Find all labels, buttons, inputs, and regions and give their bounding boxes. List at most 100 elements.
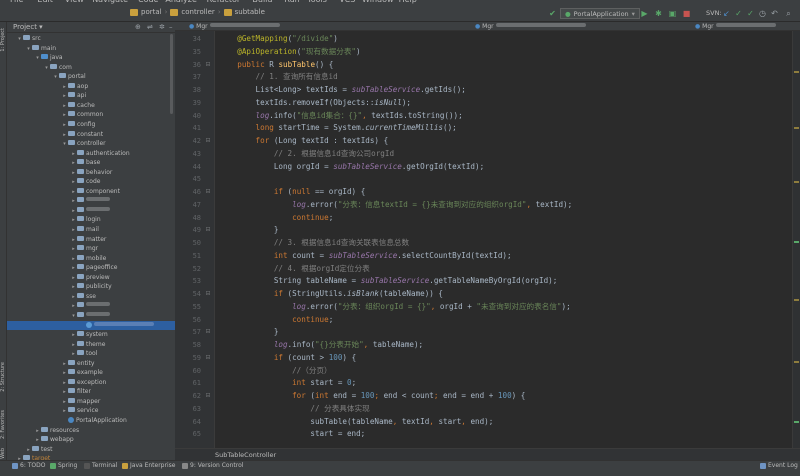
menu-item-code[interactable]: Code [138,0,158,4]
scrollbar-marker[interactable] [794,181,799,183]
coverage-icon[interactable]: ▣ [668,9,677,18]
svn-check-icon[interactable]: ✓ [746,9,755,18]
editor-tab[interactable]: ● Mgr [189,23,280,30]
tree-item[interactable]: ▸ mobile [7,254,175,264]
fold-marker-icon[interactable]: ⊟ [205,137,211,144]
tree-item[interactable]: ▸ config [7,120,175,130]
tree-item[interactable]: ▸ behavior [7,168,175,178]
java-enterprise-tab[interactable]: Java Enterprise [122,462,175,469]
menu-item-navigate[interactable]: Navigate [92,0,128,4]
gear-icon[interactable]: ✲ [159,23,165,31]
scrollbar-marker[interactable] [794,361,799,363]
tree-item[interactable]: ▸ common [7,110,175,120]
editor-tab[interactable]: ● Mgr [695,23,776,30]
tree-item[interactable]: ▾ [7,311,175,321]
tree-item[interactable]: ▸ webapp [7,435,175,445]
event-log-tab[interactable]: Event Log [760,462,798,469]
fold-marker-icon[interactable]: ⊟ [205,392,211,399]
tree-item[interactable]: ▸ code [7,177,175,187]
scrollbar-marker[interactable] [794,71,799,73]
project-scrollbar[interactable] [170,34,173,114]
tree-item[interactable]: ▸ api [7,91,175,101]
tree-item[interactable]: ▸ publicity [7,282,175,292]
fold-marker-icon[interactable]: ⊟ [205,328,211,335]
scrollbar-marker[interactable] [794,241,799,243]
tree-item[interactable]: ▸ exception [7,378,175,388]
spring-tab[interactable]: Spring [50,462,77,469]
editor-scrollbar[interactable] [792,31,800,448]
run-icon[interactable]: ▶ [640,9,649,18]
editor-tab[interactable]: ● Mgr [475,23,586,30]
version-control-tab[interactable]: 9: Version Control [182,462,243,469]
menu-item-vcs[interactable]: VCS [339,0,355,4]
tree-item[interactable]: ▸ base [7,158,175,168]
tree-item[interactable]: ▸ matter [7,235,175,245]
run-configuration-select[interactable]: ● PortalApplication ▾ [560,8,640,19]
fold-marker-icon[interactable]: ⊟ [205,188,211,195]
fold-marker-icon[interactable]: ⊟ [205,226,211,233]
tree-item[interactable]: ▸ aop [7,82,175,92]
breadcrumb-item-portal[interactable]: portal [141,8,162,16]
menu-item-view[interactable]: View [65,0,84,4]
tree-item[interactable]: ▸ component [7,187,175,197]
fold-marker-icon[interactable]: ⊟ [205,61,211,68]
tree-item[interactable]: ▸ example [7,368,175,378]
tree-item[interactable]: ▸ [7,206,175,216]
tree-item[interactable]: ▾ src [7,34,175,44]
menu-item-refactor[interactable]: Refactor [207,0,241,4]
tree-item[interactable]: ▸ tool [7,349,175,359]
fold-marker-icon[interactable]: ⊟ [205,290,211,297]
web-tool-tab[interactable]: Web [0,448,7,459]
debug-icon[interactable]: ✱ [654,9,663,18]
tree-item[interactable] [7,320,175,330]
tree-item[interactable]: ▾ portal [7,72,175,82]
tree-item[interactable]: ▸ entity [7,359,175,369]
tree-item[interactable]: ▾ com [7,63,175,73]
collapse-icon[interactable]: ⇌ [147,23,153,31]
fold-marker-icon[interactable]: ⊟ [205,354,211,361]
revert-icon[interactable]: ↶ [770,9,779,18]
tree-item[interactable]: ▸ theme [7,340,175,350]
structure-tool-tab[interactable]: 2: Structure [0,362,7,392]
editor-breadcrumb-class[interactable]: SubTableController [215,451,276,459]
tree-item[interactable]: ▾ java [7,53,175,63]
breadcrumb-item-controller[interactable]: controller [181,8,214,16]
favorites-tool-tab[interactable]: 2: Favorites [0,410,7,439]
scrollbar-marker[interactable] [794,421,799,423]
code-editor[interactable]: @GetMapping("/divide") @ApiOperation("现有数… [215,31,792,448]
menu-item-run[interactable]: Run [284,0,299,4]
tree-item[interactable]: ▸ service [7,406,175,416]
menu-item-window[interactable]: Window [362,0,394,4]
search-icon[interactable]: ⌕ [784,9,793,18]
scrollbar-marker[interactable] [794,299,799,301]
tree-item[interactable]: ▸ preview [7,273,175,283]
history-icon[interactable]: ◷ [758,9,767,18]
locate-icon[interactable]: ⊕ [135,23,141,31]
tree-item[interactable]: ▸ mapper [7,397,175,407]
stop-icon[interactable]: ■ [682,9,691,18]
tree-item[interactable]: ▸ authentication [7,149,175,159]
terminal-tab[interactable]: Terminal [84,462,117,469]
tree-item[interactable]: ▸ [7,196,175,206]
scrollbar-marker[interactable] [794,127,799,129]
tree-item[interactable]: ▸ constant [7,130,175,140]
line-number-gutter[interactable]: 34 35 36 37 38 39 40 41 42 43 44 45 46 47 48 49 50 51 52 53… [175,31,215,448]
tree-item[interactable]: ▸ login [7,215,175,225]
tree-item[interactable]: PortalApplication [7,416,175,426]
menu-item-help[interactable]: Help [399,0,417,4]
tree-item[interactable]: ▸ mgr [7,244,175,254]
project-tool-tab[interactable]: 1: Project [0,28,7,52]
menu-item-file[interactable]: File [10,0,23,4]
tree-item[interactable]: ▸ filter [7,387,175,397]
tree-item[interactable]: ▸ pageoffice [7,263,175,273]
tree-item[interactable]: ▸ sse [7,292,175,302]
build-hammer-icon[interactable]: ✔ [548,9,557,18]
tree-item[interactable]: ▾ main [7,44,175,54]
tree-item[interactable]: ▾ controller [7,139,175,149]
project-panel-title[interactable]: Project ▾ [13,23,43,31]
tree-item[interactable]: ▸ cache [7,101,175,111]
tree-item[interactable]: ▸ test [7,445,175,455]
tree-item[interactable]: ▸ system [7,330,175,340]
svn-commit-icon[interactable]: ✓ [734,9,743,18]
tree-item[interactable]: ▸ [7,301,175,311]
